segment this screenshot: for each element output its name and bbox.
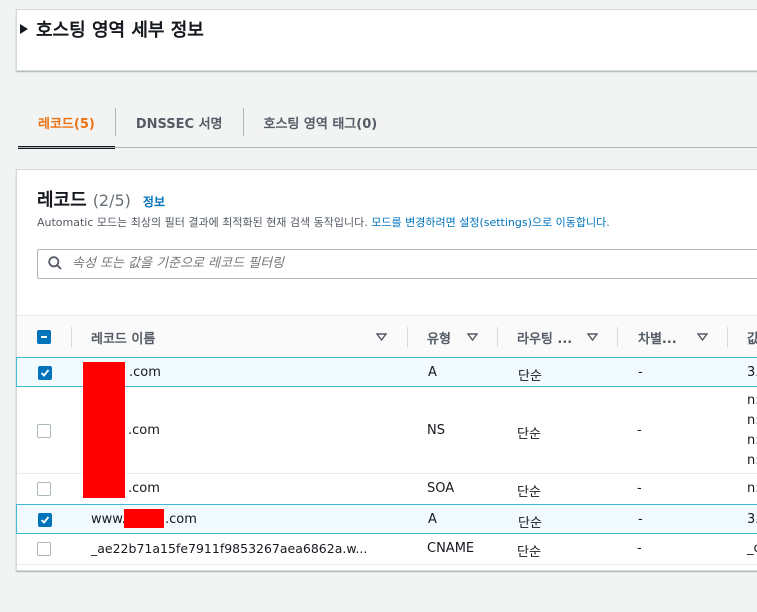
record-name: .com (129, 365, 161, 380)
filter-input[interactable] (70, 255, 674, 272)
table-header: 레코드 이름 유형 라우팅 ... 차별... 값 (17, 315, 757, 359)
records-description: Automatic 모드는 최상의 필터 결과에 최적화된 현재 검색 동작입니… (37, 214, 610, 230)
record-value: _c (747, 541, 757, 556)
record-differentiator: - (637, 423, 642, 438)
sort-caret-icon[interactable] (697, 333, 708, 341)
row-checkbox[interactable] (37, 542, 51, 556)
record-value: 3. (747, 365, 757, 380)
col-routing-label: 라우팅 ... (517, 331, 573, 347)
record-routing: 단순 (517, 545, 541, 560)
record-name-prefix: www. (91, 512, 126, 527)
record-type: CNAME (427, 541, 475, 556)
redaction-block (124, 509, 164, 528)
record-value-line: n: (747, 413, 757, 428)
record-name: _ae22b71a15fe7911f9853267aea6862a.w... (91, 541, 368, 556)
record-differentiator: - (638, 365, 643, 380)
record-name: .com (128, 481, 160, 496)
filter-box (37, 249, 757, 279)
caret-right-icon (20, 24, 28, 34)
description-text: Automatic 모드는 최상의 필터 결과에 최적화된 현재 검색 동작입니… (37, 216, 372, 229)
col-value[interactable]: 값 (747, 316, 757, 358)
record-type: A (428, 365, 437, 380)
record-differentiator: - (638, 512, 643, 527)
record-routing: 단순 (518, 516, 542, 531)
record-value-line: n: (747, 393, 757, 408)
row-checkbox[interactable] (37, 424, 51, 438)
search-icon (48, 256, 62, 270)
col-value-label: 값 (747, 331, 757, 347)
col-type-label: 유형 (427, 331, 451, 347)
table-row[interactable]: .com A 단순 - 3. (16, 357, 757, 387)
info-link[interactable]: 정보 (143, 193, 165, 210)
sort-caret-icon[interactable] (376, 333, 387, 341)
column-divider (407, 327, 408, 347)
hosted-zone-details-title: 호스팅 영역 세부 정보 (36, 20, 204, 41)
records-header: 레코드 (2/5) 정보 (37, 186, 165, 212)
column-divider (71, 327, 72, 347)
record-routing: 단순 (517, 485, 541, 500)
settings-link[interactable]: 모드를 변경하려면 설정(settings)으로 이동합니다. (371, 216, 609, 229)
tabs-divider (18, 147, 757, 148)
column-divider (497, 327, 498, 347)
col-differentiator[interactable]: 차별... (638, 316, 677, 358)
redaction-block (83, 362, 125, 498)
table-row[interactable]: .com NS 단순 - n: n: n: n: (17, 387, 757, 474)
table-row[interactable]: .com SOA 단순 - n: (17, 474, 757, 505)
tab-records-label: 레코드(5) (38, 116, 95, 132)
tab-bar: 레코드(5) DNSSEC 서명 호스팅 영역 태그(0) (18, 96, 398, 149)
record-value-line: n: (747, 433, 757, 448)
record-name: .com (128, 423, 160, 438)
select-all-checkbox[interactable] (37, 330, 51, 344)
tab-dnssec-label: DNSSEC 서명 (135, 116, 223, 132)
sort-caret-icon[interactable] (467, 333, 478, 341)
records-title: 레코드 (37, 190, 87, 211)
record-routing: 단순 (518, 369, 542, 384)
row-checkbox[interactable] (38, 366, 52, 380)
col-type[interactable]: 유형 (427, 316, 451, 358)
record-differentiator: - (637, 481, 642, 496)
column-divider (617, 327, 618, 347)
record-type: SOA (427, 481, 455, 496)
column-divider (727, 327, 728, 347)
tab-tags-label: 호스팅 영역 태그(0) (263, 116, 378, 132)
col-differentiator-label: 차별... (638, 331, 677, 347)
record-type: NS (427, 423, 445, 438)
record-routing: 단순 (517, 427, 541, 442)
table-row[interactable]: _ae22b71a15fe7911f9853267aea6862a.w... C… (17, 534, 757, 565)
col-record-name-label: 레코드 이름 (91, 331, 156, 347)
record-type: A (428, 512, 437, 527)
records-count: (2/5) (92, 191, 131, 210)
sort-caret-icon[interactable] (587, 333, 598, 341)
col-record-name[interactable]: 레코드 이름 (91, 316, 155, 358)
col-routing[interactable]: 라우팅 ... (517, 316, 572, 358)
tab-records[interactable]: 레코드(5) (18, 96, 115, 149)
record-value: n: (747, 481, 757, 496)
record-value-line: n: (747, 453, 757, 468)
tab-dnssec[interactable]: DNSSEC 서명 (116, 96, 243, 148)
row-checkbox[interactable] (38, 513, 52, 527)
hosted-zone-details-toggle[interactable]: 호스팅 영역 세부 정보 (20, 16, 204, 42)
row-checkbox[interactable] (37, 482, 51, 496)
record-value: 3. (747, 512, 757, 527)
record-differentiator: - (637, 541, 642, 556)
tab-tags[interactable]: 호스팅 영역 태그(0) (244, 96, 398, 148)
record-name: .com (165, 512, 197, 527)
